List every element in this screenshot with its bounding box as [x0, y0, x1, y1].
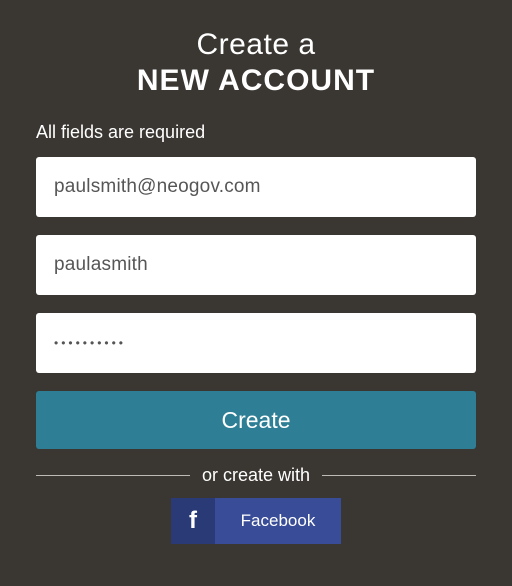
facebook-label: Facebook [215, 498, 341, 544]
divider: or create with [36, 465, 476, 486]
password-field[interactable] [36, 313, 476, 373]
facebook-button[interactable]: f Facebook [171, 498, 341, 544]
divider-line-left [36, 475, 190, 476]
page-heading: Create a NEW ACCOUNT [36, 28, 476, 98]
username-field[interactable] [36, 235, 476, 295]
create-button[interactable]: Create [36, 391, 476, 449]
heading-line1: Create a [36, 28, 476, 62]
email-field[interactable] [36, 157, 476, 217]
divider-text: or create with [202, 465, 310, 486]
required-fields-note: All fields are required [36, 122, 476, 143]
heading-line2: NEW ACCOUNT [36, 64, 476, 98]
facebook-icon: f [171, 498, 215, 544]
divider-line-right [322, 475, 476, 476]
